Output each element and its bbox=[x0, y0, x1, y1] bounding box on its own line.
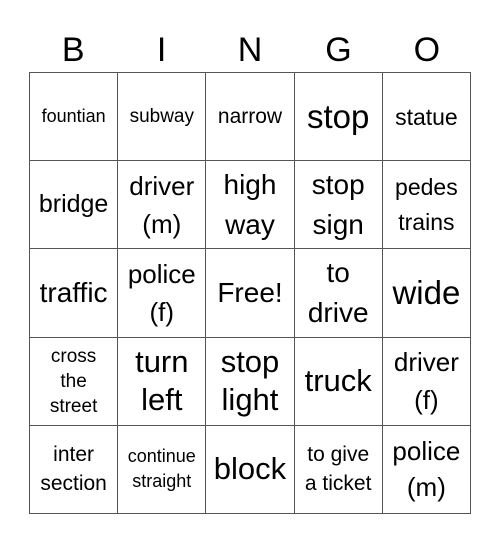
bingo-cell[interactable]: subway bbox=[118, 73, 207, 162]
cell-text: to drive bbox=[307, 256, 369, 328]
cell-text: stop sign bbox=[311, 168, 365, 240]
cell-text: cross the street bbox=[49, 345, 98, 417]
cell-text: to give a ticket bbox=[304, 443, 372, 496]
bingo-cell[interactable]: stop bbox=[294, 73, 383, 162]
cell-text: inter section bbox=[40, 443, 107, 496]
cell-text: continue straight bbox=[127, 446, 196, 492]
header-letter-g: G bbox=[325, 31, 352, 69]
bingo-cell[interactable]: traffic bbox=[30, 249, 119, 338]
bingo-cell[interactable]: driver (m) bbox=[118, 161, 207, 250]
bingo-cell[interactable]: continue straight bbox=[118, 425, 207, 514]
bingo-cell[interactable]: cross the street bbox=[30, 337, 119, 426]
cell-text: subway bbox=[129, 106, 194, 128]
bingo-cell[interactable]: turn left bbox=[118, 337, 207, 426]
header-letter-b: B bbox=[61, 31, 85, 69]
bingo-cell[interactable]: driver (f) bbox=[382, 337, 471, 426]
bingo-cell[interactable]: wide bbox=[382, 249, 471, 338]
bingo-cell[interactable]: stop light bbox=[206, 337, 295, 426]
bingo-cell[interactable]: inter section bbox=[30, 425, 119, 514]
header-letter-n: N bbox=[237, 31, 263, 69]
header-letter-o: O bbox=[413, 31, 441, 69]
bingo-cell[interactable]: high way bbox=[206, 161, 295, 250]
bingo-cell[interactable]: truck bbox=[294, 337, 383, 426]
bingo-cell[interactable]: fountian bbox=[30, 73, 119, 162]
cell-text: truck bbox=[304, 363, 372, 399]
cell-text: Free! bbox=[217, 276, 283, 308]
cell-text: pedes trains bbox=[395, 173, 458, 235]
header-letter-i: I bbox=[156, 31, 167, 69]
cell-text: turn left bbox=[135, 344, 189, 418]
cell-text: wide bbox=[392, 273, 461, 311]
cell-text: bridge bbox=[38, 190, 109, 219]
cell-text: stop bbox=[307, 97, 370, 135]
bingo-cell[interactable]: stop sign bbox=[294, 161, 383, 250]
bingo-cell[interactable]: pedes trains bbox=[382, 161, 471, 250]
cell-text: driver (f) bbox=[393, 347, 459, 416]
cell-text: police (f) bbox=[127, 258, 196, 327]
cell-text: driver (m) bbox=[129, 170, 195, 239]
bingo-cell[interactable]: to give a ticket bbox=[294, 425, 383, 514]
free-space[interactable]: Free! bbox=[206, 249, 295, 338]
cell-text: traffic bbox=[39, 276, 108, 308]
bingo-cell[interactable]: to drive bbox=[294, 249, 383, 338]
cell-text: stop light bbox=[220, 344, 280, 418]
cell-text: fountian bbox=[41, 106, 106, 127]
cell-text: block bbox=[213, 451, 287, 487]
cell-text: high way bbox=[223, 168, 277, 240]
bingo-cell[interactable]: police (f) bbox=[118, 249, 207, 338]
bingo-cell[interactable]: narrow bbox=[206, 73, 295, 162]
bingo-cell[interactable]: bridge bbox=[30, 161, 119, 250]
bingo-card: fountian subway narrow stop statue bridg… bbox=[29, 72, 471, 514]
bingo-cell[interactable]: statue bbox=[382, 73, 471, 162]
bingo-cell[interactable]: police (m) bbox=[382, 425, 471, 514]
cell-text: police (m) bbox=[392, 436, 461, 503]
cell-text: narrow bbox=[217, 104, 283, 128]
bingo-header: B I N G O bbox=[29, 28, 471, 73]
bingo-cell[interactable]: block bbox=[206, 425, 295, 514]
cell-text: statue bbox=[395, 103, 458, 130]
